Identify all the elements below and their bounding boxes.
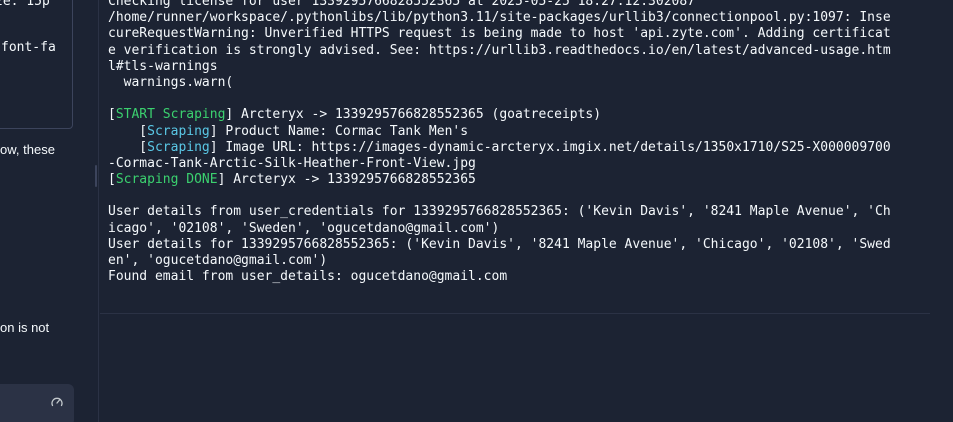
gauge-icon[interactable] [50,395,64,409]
console-line: -Cormac-Tank-Arctic-Silk-Heather-Front-V… [108,155,476,171]
console-line-start: [START Scraping] Arcteryx -> 13392957668… [108,107,602,123]
resize-handle[interactable] [95,165,97,187]
console-line: Found email from user_details: ogucetdan… [108,269,508,285]
console-output: Checking license for user 13392957668285… [108,0,948,285]
console-line-done: [Scraping DONE] Arcteryx -> 133929576682… [108,172,476,188]
scraping-tag: Scraping [147,139,210,155]
console-line: User details from user_credentials for 1… [108,204,891,220]
code-block: ze: 15p font-fa [0,0,73,129]
chat-message-text: ow, these [0,142,55,157]
console-line: cureRequestWarning: Unverified HTTPS req… [108,26,891,42]
console-line: en', 'ogucetdano@gmail.com') [108,253,328,268]
chat-message-text: on is not [0,320,50,335]
console-line: User details for 1339295766828552365: ('… [108,236,891,252]
console-line-image: [Scraping] Image URL: https://images-dyn… [108,139,891,155]
console-line: e verification is strongly advised. See:… [108,42,891,58]
code-line: ze: 15p [0,0,50,9]
product-name-text: Product Name: Cormac Tank Men's [217,123,469,139]
scraping-done-text: Arcteryx -> 1339295766828552365 [225,172,476,188]
console-separator [100,313,930,314]
scraping-done-tag: Scraping DONE [115,172,218,188]
assistant-panel: ze: 15p font-fa ow, these on is not [0,0,92,422]
pane-divider[interactable] [92,0,99,422]
console-line: warnings.warn( [108,74,234,90]
console-line: Checking license for user 13392957668285… [108,0,695,9]
console-line-product: [Scraping] Product Name: Cormac Tank Men… [108,123,469,139]
console-pane: Checking license for user 13392957668285… [100,0,953,422]
start-scraping-tag: START Scraping [115,107,226,123]
code-line: font-fa [1,40,56,55]
console-line: icago', '02108', 'Sweden', 'ogucetdano@g… [108,220,500,236]
start-scraping-text: Arcteryx -> 1339295766828552365 (goatrec… [233,107,602,123]
console-line: l#tls-warnings [108,58,218,74]
scraping-tag: Scraping [147,123,210,139]
console-line: /home/runner/workspace/.pythonlibs/lib/p… [108,10,891,26]
image-url-text: Image URL: https://images-dynamic-arcter… [217,139,891,155]
